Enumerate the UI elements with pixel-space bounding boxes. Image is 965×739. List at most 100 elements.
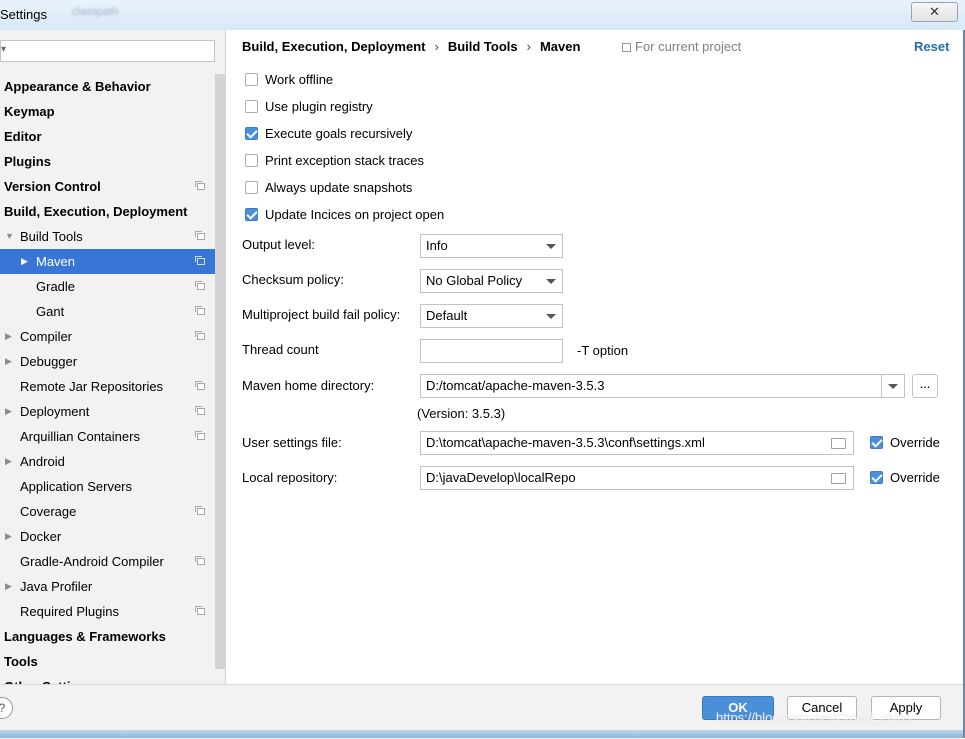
sidebar-item-label: Build Tools: [20, 229, 83, 244]
browse-maven-home-button[interactable]: ...: [912, 374, 938, 398]
sidebar-item-remote-jar-repositories[interactable]: Remote Jar Repositories: [0, 374, 215, 399]
breadcrumb-build-execution: Build, Execution, Deployment: [242, 39, 426, 54]
sidebar-item-editor[interactable]: Editor: [0, 124, 215, 149]
checkbox[interactable]: [245, 100, 258, 114]
local-repository-input[interactable]: D:\javaDevelop\localRepo: [420, 466, 854, 490]
sidebar-item-languages-frameworks[interactable]: Languages & Frameworks: [0, 624, 215, 649]
thread-count-input[interactable]: [420, 339, 563, 363]
checksum-policy-label: Checksum policy:: [242, 272, 344, 287]
project-scope-icon: [195, 406, 205, 415]
thread-count-label: Thread count: [242, 342, 319, 357]
expand-right-icon[interactable]: ▶: [21, 249, 28, 274]
sidebar-item-deployment[interactable]: ▶ Deployment: [0, 399, 215, 424]
checksum-policy-select[interactable]: No Global Policy: [420, 269, 563, 293]
sidebar-item-compiler[interactable]: ▶ Compiler: [0, 324, 215, 349]
sidebar-item-label: Arquillian Containers: [20, 429, 140, 444]
sidebar-item-label: Maven: [36, 254, 76, 269]
checkbox[interactable]: [245, 154, 258, 168]
print-exception-stack-traces-option[interactable]: Print exception stack traces: [245, 152, 424, 170]
expand-down-icon[interactable]: ▼: [5, 224, 14, 249]
override-checkbox[interactable]: [870, 436, 883, 450]
close-icon: ✕: [929, 4, 940, 19]
expand-right-icon[interactable]: ▶: [5, 449, 12, 474]
checkbox-label: Print exception stack traces: [265, 153, 424, 168]
always-update-snapshots-option[interactable]: Always update snapshots: [245, 179, 412, 197]
search-input[interactable]: ▾: [0, 40, 215, 62]
sidebar-item-build-tools[interactable]: ▼ Build Tools: [0, 224, 215, 249]
sidebar-item-gradle[interactable]: Gradle: [0, 274, 215, 299]
sidebar-item-android[interactable]: ▶ Android: [0, 449, 215, 474]
sidebar-item-gant[interactable]: Gant: [0, 299, 215, 324]
update-incices-on-project-open-option[interactable]: Update Incices on project open: [245, 206, 444, 224]
local-repository-value: D:\javaDevelop\localRepo: [426, 470, 576, 485]
sidebar-item-application-servers[interactable]: Application Servers: [0, 474, 215, 499]
taskbar-strip: [0, 730, 963, 738]
output-level-select[interactable]: Info: [420, 234, 563, 258]
sidebar-item-maven[interactable]: ▶ Maven: [0, 249, 215, 274]
sidebar-scrollbar[interactable]: [215, 74, 225, 669]
blurred-app-title: classpath: [72, 6, 119, 18]
search-icon: ▾: [1, 44, 7, 55]
breadcrumb-build-tools: Build Tools: [447, 39, 518, 54]
sidebar-item-other-settings[interactable]: Other Settings: [0, 674, 215, 684]
folder-icon[interactable]: [831, 473, 846, 484]
project-scope-icon: [195, 281, 205, 290]
breadcrumb-separator: ›: [526, 39, 531, 54]
chevron-down-icon: [888, 384, 898, 389]
breadcrumb-maven: Maven: [539, 39, 581, 54]
checkbox[interactable]: [245, 127, 258, 141]
sidebar-item-coverage[interactable]: Coverage: [0, 499, 215, 524]
sidebar-item-build-execution-deployment[interactable]: Build, Execution, Deployment: [0, 199, 215, 224]
sidebar-item-required-plugins[interactable]: Required Plugins: [0, 599, 215, 624]
sidebar-item-label: Required Plugins: [20, 604, 120, 619]
checkbox-label: Execute goals recursively: [265, 126, 413, 141]
sidebar-item-label: Version Control: [4, 179, 101, 194]
sidebar-item-arquillian-containers[interactable]: Arquillian Containers: [0, 424, 215, 449]
sidebar-item-docker[interactable]: ▶ Docker: [0, 524, 215, 549]
override-checkbox[interactable]: [870, 471, 883, 485]
user-settings-input[interactable]: D:\tomcat\apache-maven-3.5.3\conf\settin…: [420, 431, 854, 455]
sidebar-item-label: Appearance & Behavior: [4, 79, 151, 94]
help-icon[interactable]: ?: [0, 697, 13, 719]
project-scope-icon: [195, 606, 205, 615]
work-offline-option[interactable]: Work offline: [245, 71, 333, 89]
checkbox[interactable]: [245, 181, 258, 195]
override-label: Override: [890, 435, 940, 450]
sidebar-item-plugins[interactable]: Plugins: [0, 149, 215, 174]
maven-home-dropdown[interactable]: [881, 375, 904, 397]
sidebar-item-appearance-behavior[interactable]: Appearance & Behavior: [0, 74, 215, 99]
sidebar-item-label: Gradle-Android Compiler: [20, 554, 164, 569]
expand-right-icon[interactable]: ▶: [5, 399, 12, 424]
multiproject-policy-select[interactable]: Default: [420, 304, 563, 328]
project-scope-icon: [195, 181, 205, 190]
close-button[interactable]: ✕: [911, 2, 958, 22]
expand-right-icon[interactable]: ▶: [5, 349, 12, 374]
project-scope-icon: [195, 331, 205, 340]
maven-version-text: (Version: 3.5.3): [417, 406, 506, 421]
execute-goals-recursively-option[interactable]: Execute goals recursively: [245, 125, 412, 143]
sidebar-item-label: Deployment: [20, 404, 90, 419]
expand-right-icon[interactable]: ▶: [5, 574, 12, 599]
sidebar-item-debugger[interactable]: ▶ Debugger: [0, 349, 215, 374]
sidebar-item-tools[interactable]: Tools: [0, 649, 215, 674]
settings-sidebar: ▾ Appearance & Behavior Keymap Editor Plugi…: [0, 30, 226, 684]
project-scope-icon: [195, 231, 205, 240]
sidebar-item-label: Gradle: [36, 279, 76, 294]
use-plugin-registry-option[interactable]: Use plugin registry: [245, 98, 373, 116]
reset-link[interactable]: Reset: [914, 39, 949, 54]
checkbox[interactable]: [245, 73, 258, 87]
sidebar-item-version-control[interactable]: Version Control: [0, 174, 215, 199]
expand-right-icon[interactable]: ▶: [5, 324, 12, 349]
maven-home-combo[interactable]: D:/tomcat/apache-maven-3.5.3: [420, 374, 905, 398]
checkbox[interactable]: [245, 208, 258, 222]
user-settings-override[interactable]: Override: [870, 434, 940, 452]
local-repository-override[interactable]: Override: [870, 469, 940, 487]
folder-icon[interactable]: [831, 438, 846, 449]
checkbox-label: Use plugin registry: [265, 99, 373, 114]
sidebar-item-label: Languages & Frameworks: [4, 629, 166, 644]
sidebar-item-label: Android: [20, 454, 65, 469]
sidebar-item-java-profiler[interactable]: ▶ Java Profiler: [0, 574, 215, 599]
expand-right-icon[interactable]: ▶: [5, 524, 12, 549]
sidebar-item-keymap[interactable]: Keymap: [0, 99, 215, 124]
sidebar-item-gradle-android-compiler[interactable]: Gradle-Android Compiler: [0, 549, 215, 574]
